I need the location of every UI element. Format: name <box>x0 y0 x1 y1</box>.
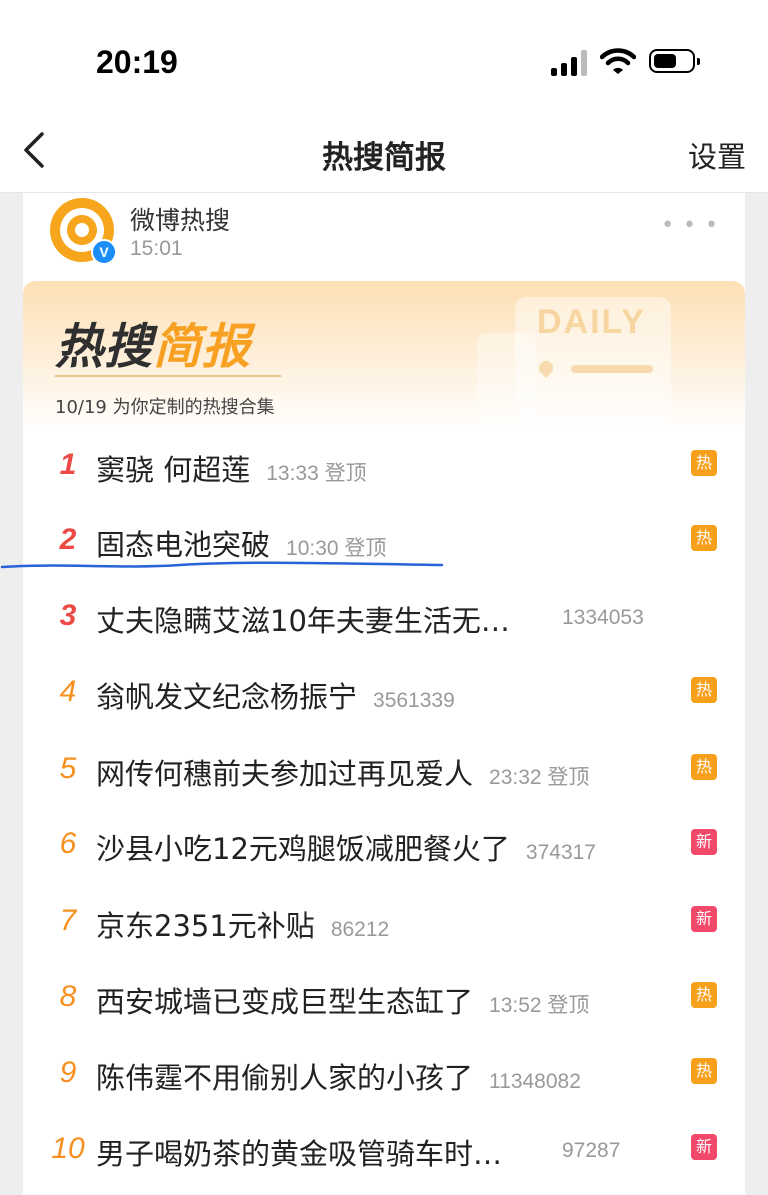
item-title: 沙县小吃12元鸡腿饭减肥餐火了 374317 <box>96 826 596 868</box>
rank-number: 4 <box>59 675 77 708</box>
banner-title: 热搜简报 <box>55 307 251 377</box>
rank-number: 2 <box>59 523 77 556</box>
rank-number: 1 <box>59 448 77 481</box>
hot-tag: 热 <box>691 450 717 476</box>
new-tag: 新 <box>691 906 717 932</box>
item-title: 丈夫隐瞒艾滋10年夫妻生活无… <box>96 598 510 640</box>
settings-button[interactable]: 设置 <box>688 134 746 176</box>
cellular-signal-icon <box>551 50 587 76</box>
rank-number: 3 <box>59 599 77 632</box>
rank-number: 10 <box>51 1132 85 1165</box>
item-title-text: 沙县小吃12元鸡腿饭减肥餐火了 <box>96 832 510 866</box>
item-meta: 97287 <box>562 1139 621 1162</box>
item-meta: 11348082 <box>489 1070 581 1093</box>
status-bar: 20:19 <box>0 0 768 110</box>
list-item[interactable]: 10 97287 男子喝奶茶的黄金吸管骑车时… 新 <box>23 1112 745 1188</box>
verified-badge-icon: V <box>91 239 117 265</box>
new-tag: 新 <box>691 829 717 855</box>
item-title: 京东2351元补贴 86212 <box>96 903 389 945</box>
list-item[interactable]: 9 陈伟霆不用偷别人家的小孩了 11348082 热 <box>23 1036 745 1112</box>
item-title: 男子喝奶茶的黄金吸管骑车时… <box>96 1131 502 1173</box>
decor-bar <box>571 365 653 373</box>
list-item[interactable]: 6 沙县小吃12元鸡腿饭减肥餐火了 374317 新 <box>23 807 745 883</box>
item-title-text: 陈伟霆不用偷别人家的小孩了 <box>96 1061 474 1095</box>
more-options-icon[interactable]: • • • <box>661 213 719 238</box>
item-title-text: 窦骁 何超莲 <box>96 453 251 487</box>
item-title-text: 西安城墙已变成巨型生态缸了 <box>96 985 474 1019</box>
item-title-text: 京东2351元补贴 <box>96 909 315 943</box>
item-title: 陈伟霆不用偷别人家的小孩了 11348082 <box>96 1055 581 1097</box>
item-meta: 13:52 登顶 <box>489 994 590 1017</box>
item-meta: 86212 <box>330 918 390 941</box>
banner-decor-label: DAILY <box>537 303 646 341</box>
item-title: 固态电池突破 10:30 登顶 <box>96 522 386 564</box>
handwritten-underline <box>0 561 444 569</box>
rank-number: 8 <box>59 980 77 1013</box>
list-item[interactable]: 1 窦骁 何超莲 13:33 登顶 热 <box>23 428 745 504</box>
battery-icon <box>649 49 700 73</box>
item-title: 西安城墙已变成巨型生态缸了 13:52 登顶 <box>96 979 589 1021</box>
status-time: 20:19 <box>96 44 178 80</box>
rank-number: 5 <box>59 752 77 785</box>
item-meta: 374317 <box>525 841 596 864</box>
banner-title-accent: 简报 <box>153 319 252 375</box>
item-title-text: 网传何穗前夫参加过再见爱人 <box>96 757 474 791</box>
rank-number: 6 <box>59 827 77 860</box>
list-item[interactable]: 8 西安城墙已变成巨型生态缸了 13:52 登顶 热 <box>23 960 745 1036</box>
item-title-text: 固态电池突破 <box>96 528 271 562</box>
rank-number: 9 <box>59 1056 77 1089</box>
item-title-text: 男子喝奶茶的黄金吸管骑车时… <box>96 1137 503 1171</box>
item-title-text: 丈夫隐瞒艾滋10年夫妻生活无… <box>96 604 510 638</box>
list-item[interactable]: 3 1334053 丈夫隐瞒艾滋10年夫妻生活无… <box>23 579 745 655</box>
item-title: 翁帆发文纪念杨振宁 3561339 <box>96 674 455 716</box>
list-item[interactable]: 5 网传何穗前夫参加过再见爱人 23:32 登顶 热 <box>23 732 745 808</box>
banner-subtitle: 10/19 为你定制的热搜合集 <box>55 397 275 418</box>
hot-tag: 热 <box>691 525 717 551</box>
hot-tag: 热 <box>691 982 717 1008</box>
hot-tag: 热 <box>691 754 717 780</box>
banner: DAILY 热搜简报 10/19 为你定制的热搜合集 <box>23 281 745 431</box>
item-meta: 10:30 登顶 <box>286 537 387 560</box>
item-title-text: 翁帆发文纪念杨振宁 <box>96 680 358 714</box>
new-tag: 新 <box>691 1134 717 1160</box>
post-time: 15:01 <box>130 237 183 260</box>
hot-search-card: V 微博热搜 15:01 • • • DAILY 热搜简报 10/19 为你定制… <box>23 193 745 1195</box>
item-meta: 3561339 <box>373 689 455 712</box>
divider <box>55 375 281 377</box>
nav-bar: 热搜简报 设置 <box>0 110 768 193</box>
item-meta: 13:33 登顶 <box>266 462 367 485</box>
item-title: 窦骁 何超莲 13:33 登顶 <box>96 447 367 489</box>
rank-number: 7 <box>59 904 77 937</box>
item-meta: 23:32 登顶 <box>489 766 590 789</box>
item-title: 网传何穗前夫参加过再见爱人 23:32 登顶 <box>96 751 589 793</box>
hot-tag: 热 <box>691 677 717 703</box>
banner-title-part: 热搜 <box>55 319 154 375</box>
page-title: 热搜简报 <box>322 140 446 176</box>
wifi-icon <box>600 48 636 74</box>
list-item[interactable]: 4 翁帆发文纪念杨振宁 3561339 热 <box>23 655 745 731</box>
item-meta: 1334053 <box>562 606 644 629</box>
list-item[interactable]: 7 京东2351元补贴 86212 新 <box>23 884 745 960</box>
hot-tag: 热 <box>691 1058 717 1084</box>
account-name[interactable]: 微博热搜 <box>130 201 230 237</box>
